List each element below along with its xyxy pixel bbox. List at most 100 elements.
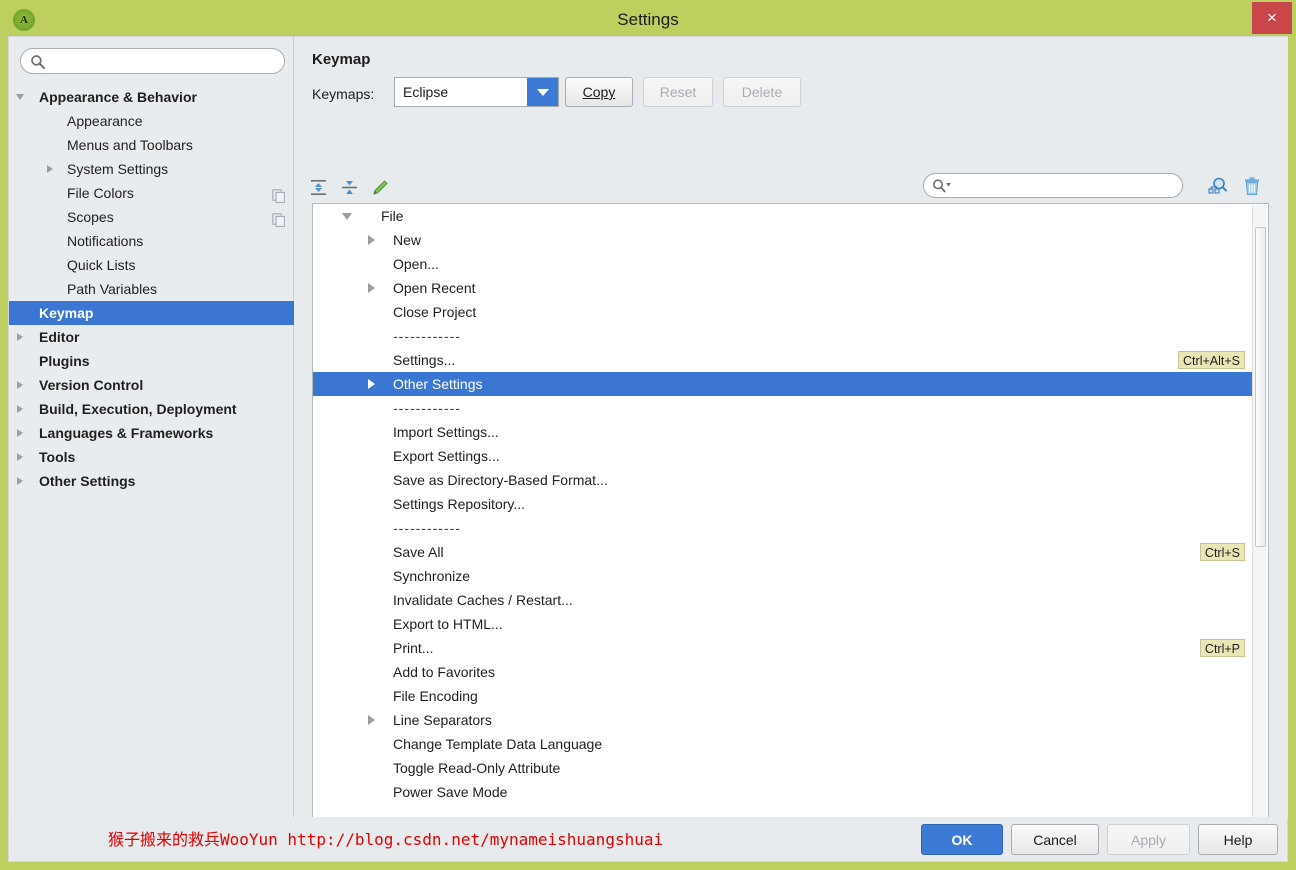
scrollbar-thumb[interactable]: [1255, 227, 1266, 547]
copy-button[interactable]: Copy: [565, 77, 633, 107]
sidebar-item-build-execution-deployment[interactable]: Build, Execution, Deployment: [9, 397, 294, 421]
sidebar-item-system-settings[interactable]: System Settings: [9, 157, 294, 181]
chevron-down-icon[interactable]: [335, 204, 359, 228]
collapse-all-icon[interactable]: [336, 175, 362, 199]
tree-row[interactable]: Open...: [313, 252, 1253, 276]
reset-button[interactable]: Reset: [643, 77, 713, 107]
tree-row[interactable]: File Encoding: [313, 684, 1253, 708]
keymaps-select[interactable]: Eclipse: [394, 77, 559, 107]
apply-button[interactable]: Apply: [1107, 824, 1190, 855]
sidebar-item-keymap[interactable]: Keymap: [9, 301, 294, 325]
tree-row-label: File: [381, 208, 404, 224]
watermark-text: 猴子搬来的救兵WooYun http://blog.csdn.net/mynam…: [108, 830, 664, 849]
tree-row[interactable]: Settings Repository...: [313, 492, 1253, 516]
tree-row[interactable]: Open Recent: [313, 276, 1253, 300]
chevron-down-icon[interactable]: [527, 78, 558, 106]
sidebar-item-scopes[interactable]: Scopes: [9, 205, 294, 229]
chevron-right-icon[interactable]: [359, 276, 383, 300]
chevron-down-icon[interactable]: [9, 85, 31, 109]
ok-button[interactable]: OK: [921, 824, 1003, 855]
sidebar-item-appearance-behavior[interactable]: Appearance & Behavior: [9, 85, 294, 109]
close-window-button[interactable]: ×: [1252, 2, 1292, 34]
sidebar-item-menus-and-toolbars[interactable]: Menus and Toolbars: [9, 133, 294, 157]
tree-row[interactable]: Line Separators: [313, 708, 1253, 732]
chevron-right-icon[interactable]: [9, 445, 31, 469]
tree-row-label: Close Project: [393, 304, 477, 320]
chevron-right-icon[interactable]: [359, 228, 383, 252]
sidebar-item-other-settings[interactable]: Other Settings: [9, 469, 294, 493]
tree-row[interactable]: Other Settings: [313, 372, 1253, 396]
tree-row-label: Import Settings...: [393, 424, 499, 440]
tree-row-label: Open...: [393, 256, 439, 272]
tree-row[interactable]: Toggle Read-Only Attribute: [313, 756, 1253, 780]
sidebar-item-languages-frameworks[interactable]: Languages & Frameworks: [9, 421, 294, 445]
chevron-right-icon[interactable]: [359, 372, 383, 396]
find-by-shortcut-icon[interactable]: [1205, 173, 1231, 199]
chevron-right-icon[interactable]: [39, 157, 61, 181]
sidebar-item-file-colors[interactable]: File Colors: [9, 181, 294, 205]
tree-row[interactable]: Save All Ctrl+S: [313, 540, 1253, 564]
delete-button[interactable]: Delete: [723, 77, 801, 107]
sidebar-item-quick-lists[interactable]: Quick Lists: [9, 253, 294, 277]
tree-row-label: Save All: [393, 544, 444, 560]
settings-sidebar: Appearance & Behavior Appearance Menus and…: [9, 37, 294, 819]
tree-row[interactable]: Print... Ctrl+P: [313, 636, 1253, 660]
expand-all-icon[interactable]: [305, 175, 331, 199]
shortcut-filter-input[interactable]: [958, 176, 1173, 195]
tree-row[interactable]: Close Project: [313, 300, 1253, 324]
help-button[interactable]: Help: [1198, 824, 1278, 855]
sidebar-item-path-variables[interactable]: Path Variables: [9, 277, 294, 301]
tree-row[interactable]: Save as Directory-Based Format...: [313, 468, 1253, 492]
tree-separator: ------------: [313, 324, 1253, 348]
chevron-right-icon[interactable]: [359, 708, 383, 732]
sidebar-search-input[interactable]: [51, 52, 276, 71]
tree-row[interactable]: Synchronize: [313, 564, 1253, 588]
sidebar-item-version-control[interactable]: Version Control: [9, 373, 294, 397]
tree-row[interactable]: Add to Favorites: [313, 660, 1253, 684]
sidebar-item-tools[interactable]: Tools: [9, 445, 294, 469]
sidebar-item-appearance[interactable]: Appearance: [9, 109, 294, 133]
dialog-body: Appearance & Behavior Appearance Menus and…: [8, 36, 1288, 862]
sidebar-item-notifications[interactable]: Notifications: [9, 229, 294, 253]
tree-row[interactable]: Export to HTML...: [313, 612, 1253, 636]
shortcut-badge: Ctrl+P: [1199, 639, 1245, 657]
settings-window: A Settings × Appearance & Behavior Appear…: [0, 0, 1296, 870]
tree-separator: ------------: [313, 396, 1253, 420]
copy-button-label: Copy: [582, 84, 616, 100]
sidebar-item-label: Languages & Frameworks: [39, 425, 214, 441]
copy-settings-icon[interactable]: [272, 210, 286, 227]
clear-filter-trash-icon[interactable]: [1239, 173, 1265, 199]
chevron-right-icon[interactable]: [9, 397, 31, 421]
sidebar-item-plugins[interactable]: Plugins: [9, 349, 294, 373]
edit-shortcut-icon[interactable]: [367, 175, 393, 199]
keymap-tree-scrollbar[interactable]: [1252, 205, 1267, 817]
tree-row[interactable]: File: [313, 204, 1253, 228]
tree-row-label: Synchronize: [393, 568, 471, 584]
cancel-button[interactable]: Cancel: [1011, 824, 1099, 855]
tree-row[interactable]: Invalidate Caches / Restart...: [313, 588, 1253, 612]
reset-button-label: Reset: [659, 84, 697, 100]
sidebar-search-box[interactable]: [20, 48, 285, 74]
tree-row-label: Settings...: [393, 352, 456, 368]
keymaps-selected-value: Eclipse: [403, 84, 449, 100]
shortcut-filter-box[interactable]: [923, 173, 1183, 198]
copy-settings-icon[interactable]: [272, 186, 286, 203]
tree-row-label: Export to HTML...: [393, 616, 503, 632]
chevron-right-icon[interactable]: [9, 325, 31, 349]
tree-row[interactable]: Change Template Data Language: [313, 732, 1253, 756]
tree-row[interactable]: Export Settings...: [313, 444, 1253, 468]
tree-row[interactable]: New: [313, 228, 1253, 252]
sidebar-item-label: Other Settings: [39, 473, 136, 489]
tree-row[interactable]: Import Settings...: [313, 420, 1253, 444]
tree-row[interactable]: Power Save Mode: [313, 780, 1253, 804]
page-title: Keymap: [312, 51, 371, 68]
separator-label: ------------: [393, 520, 461, 536]
chevron-right-icon[interactable]: [9, 421, 31, 445]
tree-row-label: Other Settings: [393, 376, 483, 392]
sidebar-item-editor[interactable]: Editor: [9, 325, 294, 349]
tree-row[interactable]: Settings... Ctrl+Alt+S: [313, 348, 1253, 372]
chevron-right-icon[interactable]: [9, 373, 31, 397]
chevron-right-icon[interactable]: [9, 469, 31, 493]
sidebar-item-label: Notifications: [67, 233, 144, 249]
tree-row-label: Export Settings...: [393, 448, 500, 464]
